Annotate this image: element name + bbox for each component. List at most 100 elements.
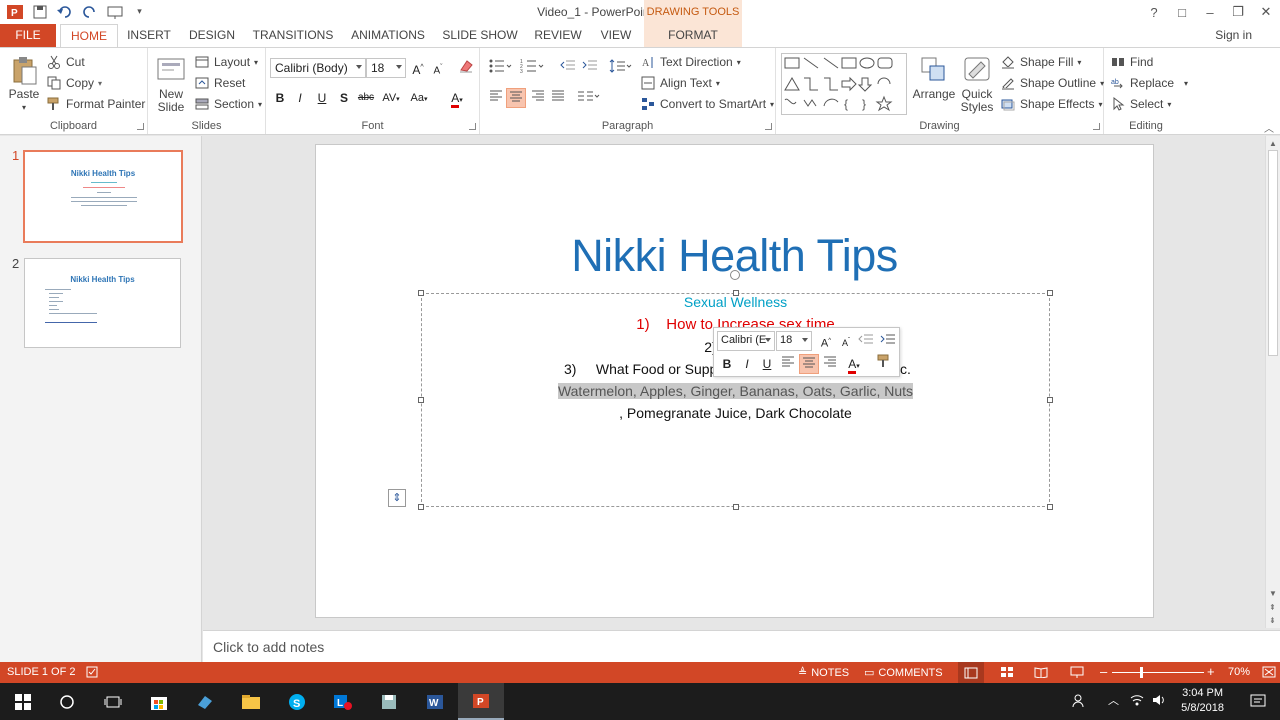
font-size-combo[interactable]: 18 xyxy=(366,58,406,78)
mini-font-combo[interactable]: Calibri (E xyxy=(717,331,775,351)
notes-button[interactable]: ≜ NOTES xyxy=(798,666,849,680)
convert-smartart-button[interactable]: Convert to SmartArt ▾ xyxy=(640,96,774,112)
normal-view-icon[interactable] xyxy=(958,662,984,683)
slide-thumbnail-2[interactable]: Nikki Health Tips xyxy=(24,258,181,348)
powerpoint-taskbar-icon[interactable]: P xyxy=(458,683,504,720)
zoom-slider[interactable] xyxy=(1112,672,1204,673)
help-button[interactable]: ? xyxy=(1140,0,1168,24)
spell-check-icon[interactable] xyxy=(86,666,100,678)
strikethrough-button[interactable]: abc xyxy=(354,88,378,108)
reading-view-icon[interactable] xyxy=(1034,666,1048,678)
find-button[interactable]: Find xyxy=(1110,54,1153,70)
clipboard-launcher-icon[interactable] xyxy=(137,123,144,130)
fit-slide-icon[interactable] xyxy=(1262,666,1276,678)
slide-thumbnail-1[interactable]: Nikki Health Tips xyxy=(23,150,183,243)
mini-format-painter-icon[interactable] xyxy=(874,354,894,374)
mini-align-right-icon[interactable] xyxy=(820,354,840,374)
word-icon[interactable]: W xyxy=(412,683,458,720)
resize-handle[interactable] xyxy=(418,504,424,510)
reset-button[interactable]: Reset xyxy=(194,75,245,91)
line-spacing-icon[interactable] xyxy=(608,58,634,78)
show-hidden-icons-icon[interactable]: ︿ xyxy=(1108,692,1119,708)
save-icon[interactable] xyxy=(31,3,48,20)
skype-icon[interactable]: S xyxy=(274,683,320,720)
justify-icon[interactable] xyxy=(548,88,568,108)
disk-app-icon[interactable] xyxy=(366,683,412,720)
text-shadow-button[interactable]: S xyxy=(334,88,354,108)
change-case-button[interactable]: Aa▾ xyxy=(406,88,432,108)
resize-handle[interactable] xyxy=(733,504,739,510)
volume-icon[interactable] xyxy=(1152,693,1166,710)
tab-slide-show[interactable]: SLIDE SHOW xyxy=(442,24,518,47)
bold-button[interactable]: B xyxy=(270,88,290,108)
shrink-font-button[interactable]: Aˇ xyxy=(428,58,448,78)
align-right-icon[interactable] xyxy=(528,88,548,108)
zoom-slider-thumb[interactable] xyxy=(1140,667,1143,678)
foods-line[interactable]: Watermelon, Apples, Ginger, Bananas, Oat… xyxy=(422,383,1049,399)
tab-file[interactable]: FILE xyxy=(0,24,56,47)
sign-in-link[interactable]: Sign in xyxy=(1215,28,1252,42)
network-icon[interactable] xyxy=(1130,693,1144,710)
italic-button[interactable]: I xyxy=(290,88,310,108)
select-button[interactable]: Select ▾ xyxy=(1110,96,1171,112)
align-text-button[interactable]: Align Text ▾ xyxy=(640,75,720,91)
drawing-launcher-icon[interactable] xyxy=(1093,123,1100,130)
cut-button[interactable]: Cut xyxy=(46,54,85,70)
close-button[interactable]: ✕ xyxy=(1252,0,1280,24)
shape-effects-button[interactable]: Shape Effects ▾ xyxy=(1000,96,1103,112)
resize-handle[interactable] xyxy=(1047,504,1053,510)
scroll-up-icon[interactable]: ▲ xyxy=(1269,139,1277,148)
numbering-icon[interactable]: 123 xyxy=(518,58,546,78)
decrease-indent-icon[interactable] xyxy=(558,58,578,78)
mini-size-combo[interactable]: 18 xyxy=(776,331,812,351)
mini-align-left-icon[interactable] xyxy=(778,354,798,374)
tab-animations[interactable]: ANIMATIONS xyxy=(348,24,428,47)
next-slide-icon[interactable]: ⇟ xyxy=(1269,616,1276,625)
text-direction-button[interactable]: A Text Direction ▾ xyxy=(640,54,741,70)
shape-outline-button[interactable]: Shape Outline ▾ xyxy=(1000,75,1104,91)
align-left-icon[interactable] xyxy=(486,88,506,108)
zoom-level[interactable]: 70% xyxy=(1228,666,1250,678)
tab-design[interactable]: DESIGN xyxy=(186,24,238,47)
maximize-button[interactable]: ❐ xyxy=(1224,0,1252,24)
foods-line-2[interactable]: , Pomegranate Juice, Dark Chocolate xyxy=(422,405,1049,421)
start-from-beginning-icon[interactable] xyxy=(106,3,123,20)
previous-slide-icon[interactable]: ⇞ xyxy=(1269,603,1276,612)
bullets-icon[interactable] xyxy=(486,58,514,78)
tab-review[interactable]: REVIEW xyxy=(532,24,584,47)
quick-styles-button[interactable]: Quick Styles xyxy=(958,54,996,114)
comments-button[interactable]: ▭ COMMENTS xyxy=(864,666,943,680)
ribbon-display-options-button[interactable]: □ xyxy=(1168,0,1196,24)
mini-bold-button[interactable]: B xyxy=(717,354,737,374)
increase-indent-icon[interactable] xyxy=(580,58,600,78)
tab-format[interactable]: FORMAT xyxy=(644,24,742,47)
shapes-gallery[interactable]: { } xyxy=(781,53,907,115)
mini-align-center-icon[interactable] xyxy=(799,354,819,374)
undo-icon[interactable] xyxy=(56,3,73,20)
customize-qat-icon[interactable]: ▾ xyxy=(131,3,148,20)
columns-icon[interactable] xyxy=(576,88,602,108)
font-launcher-icon[interactable] xyxy=(469,123,476,130)
system-clock[interactable]: 3:04 PM 5/8/2018 xyxy=(1181,686,1224,716)
paragraph-launcher-icon[interactable] xyxy=(765,123,772,130)
mini-font-color-button[interactable]: A▾ xyxy=(842,354,866,374)
mini-italic-button[interactable]: I xyxy=(737,354,757,374)
collapse-ribbon-icon[interactable]: ︿ xyxy=(1264,120,1274,135)
redo-icon[interactable] xyxy=(81,3,98,20)
mini-shrink-font-icon[interactable]: Aˇ xyxy=(836,331,856,351)
new-slide-button[interactable]: New Slide xyxy=(154,54,188,114)
scroll-down-icon[interactable]: ▼ xyxy=(1269,589,1277,598)
content-textbox[interactable]: Sexual Wellness 1) How to Increase sex t… xyxy=(418,290,1053,510)
slide-sorter-view-icon[interactable] xyxy=(1000,666,1014,678)
font-name-combo[interactable]: Calibri (Body) xyxy=(270,58,366,78)
mini-increase-indent-icon[interactable] xyxy=(878,331,898,351)
notes-pane[interactable]: Click to add notes xyxy=(203,630,1280,662)
mini-grow-font-icon[interactable]: A^ xyxy=(816,331,836,351)
font-color-button[interactable]: A▾ xyxy=(444,88,470,108)
paste-button[interactable]: Paste ▾ xyxy=(6,54,42,114)
rotation-handle-icon[interactable] xyxy=(730,270,740,280)
tab-transitions[interactable]: TRANSITIONS xyxy=(252,24,334,47)
mini-decrease-indent-icon[interactable] xyxy=(856,331,876,351)
tab-view[interactable]: VIEW xyxy=(596,24,636,47)
replace-button[interactable]: ab Replace ▾ xyxy=(1110,75,1188,91)
